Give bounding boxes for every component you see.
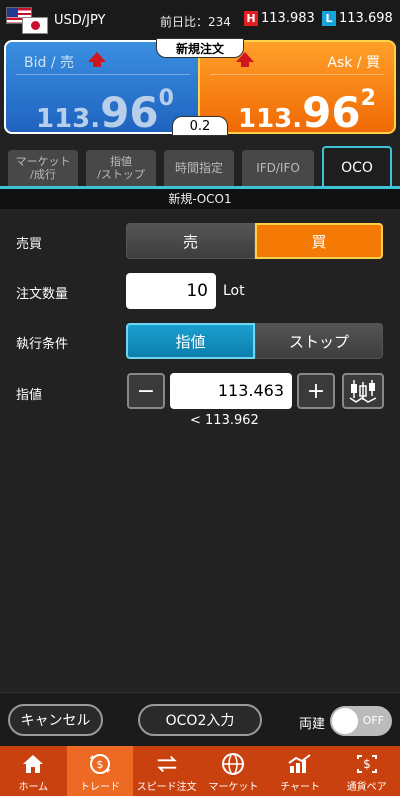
tab-market[interactable]: マーケット /成行	[8, 150, 78, 186]
buy-button[interactable]: 買	[255, 223, 383, 259]
nav-market[interactable]: マーケット	[200, 746, 267, 796]
app: USD/JPY 前日比：234 H 113.983 L 113.698 Bid …	[0, 0, 400, 796]
price-input[interactable]: 113.463	[170, 373, 292, 409]
tab-label: 指値 /ストップ	[97, 155, 145, 181]
nav-home[interactable]: ホーム	[0, 746, 67, 796]
nav-label: 通貨ペア	[346, 782, 387, 793]
quantity-label: 注文数量	[16, 287, 69, 302]
nav-trade[interactable]: $ トレード	[66, 746, 134, 796]
chart-icon	[287, 752, 313, 776]
bid-price-prefix: 113.	[36, 104, 101, 134]
bid-price: 113.960	[36, 86, 174, 137]
jp-flag-icon	[22, 17, 48, 34]
high-value: 113.983	[261, 11, 315, 26]
quote-panel: Bid / 売 113.960 Ask / 買 113.962 新規注文 0.2	[4, 38, 396, 137]
quantity-input[interactable]: 10	[126, 273, 216, 309]
tab-time-specified[interactable]: 時間指定	[164, 150, 234, 186]
tab-label: IFD/IFO	[256, 160, 300, 175]
nav-label: チャート	[280, 782, 320, 793]
toggle-knob	[332, 708, 358, 734]
low-price: L 113.698	[322, 11, 393, 26]
high-price: H 113.983	[244, 11, 315, 26]
minus-icon: −	[136, 378, 156, 404]
nav-label: マーケット	[208, 782, 259, 793]
condition-selector: 指値 ストップ	[126, 323, 383, 359]
nav-label: トレード	[80, 782, 120, 793]
sell-button[interactable]: 売	[126, 223, 255, 259]
bid-price-main: 96	[100, 88, 159, 137]
candlestick-icon	[349, 380, 377, 403]
nav-label: ホーム	[18, 782, 49, 793]
hedge-toggle[interactable]: OFF	[330, 706, 392, 736]
toggle-state: OFF	[362, 714, 384, 727]
home-icon	[20, 752, 46, 776]
up-arrow-icon	[88, 52, 106, 67]
svg-text:$: $	[97, 758, 104, 771]
tab-label: OCO	[341, 159, 373, 176]
price-hint: < 113.962	[190, 413, 259, 428]
quantity-unit: Lot	[223, 283, 245, 299]
globe-icon	[220, 752, 246, 776]
tab-ifd-ifo[interactable]: IFD/IFO	[242, 150, 314, 186]
new-order-label: 新規注文	[156, 38, 244, 58]
header-bar: USD/JPY 前日比：234 H 113.983 L 113.698	[0, 0, 400, 40]
tab-label: マーケット /成行	[15, 155, 71, 181]
currency-pair-icon: $	[354, 752, 380, 776]
price-decrease-button[interactable]: −	[127, 373, 165, 409]
spread-value: 0.2	[172, 116, 228, 136]
prev-day-change: 前日比：234	[160, 15, 231, 29]
section-title: 新規-OCO1	[0, 189, 400, 209]
bid-label: Bid / 売	[24, 55, 74, 71]
tab-label: 時間指定	[174, 160, 223, 175]
nav-label: スピード注文	[136, 782, 197, 793]
divider	[210, 74, 384, 75]
currency-pair: USD/JPY	[54, 12, 106, 28]
plus-icon: +	[306, 378, 326, 404]
bid-price-pip: 0	[158, 86, 174, 111]
nav-currency-pair[interactable]: $ 通貨ペア	[333, 746, 400, 796]
order-type-tabs: マーケット /成行 指値 /ストップ 時間指定 IFD/IFO OCO	[0, 146, 400, 188]
ask-label: Ask / 買	[327, 55, 380, 71]
currency-flags[interactable]	[6, 3, 50, 37]
bottom-nav: ホーム $ トレード スピード注文 マーケット チャート $ 通貨ペア	[0, 746, 400, 796]
action-bar: キャンセル OCO2入力 両建 OFF	[0, 692, 400, 746]
divider	[16, 74, 190, 75]
hedge-label: 両建	[299, 717, 326, 732]
ask-price-prefix: 113.	[238, 104, 303, 134]
condition-label: 執行条件	[16, 337, 69, 352]
side-selector: 売 買	[126, 223, 383, 259]
nav-speed-order[interactable]: スピード注文	[133, 746, 200, 796]
limit-button[interactable]: 指値	[126, 323, 255, 359]
ask-price-pip: 2	[360, 86, 376, 111]
cancel-button[interactable]: キャンセル	[8, 704, 103, 736]
low-value: 113.698	[339, 11, 393, 26]
nav-chart[interactable]: チャート	[267, 746, 334, 796]
tab-oco[interactable]: OCO	[322, 146, 392, 188]
low-tag-icon: L	[322, 11, 336, 26]
ask-price: 113.962	[238, 86, 376, 137]
side-label: 売買	[16, 237, 43, 252]
svg-text:$: $	[363, 757, 371, 771]
tab-limit-stop[interactable]: 指値 /ストップ	[86, 150, 156, 186]
oco2-input-button[interactable]: OCO2入力	[138, 704, 262, 736]
price-label: 指値	[16, 388, 43, 403]
ask-price-main: 96	[302, 88, 361, 137]
trade-icon: $	[87, 752, 113, 776]
candlestick-chart-button[interactable]	[342, 373, 384, 409]
stop-button[interactable]: ストップ	[255, 323, 383, 359]
high-tag-icon: H	[244, 11, 258, 26]
price-increase-button[interactable]: +	[297, 373, 335, 409]
speed-order-icon	[154, 752, 180, 776]
